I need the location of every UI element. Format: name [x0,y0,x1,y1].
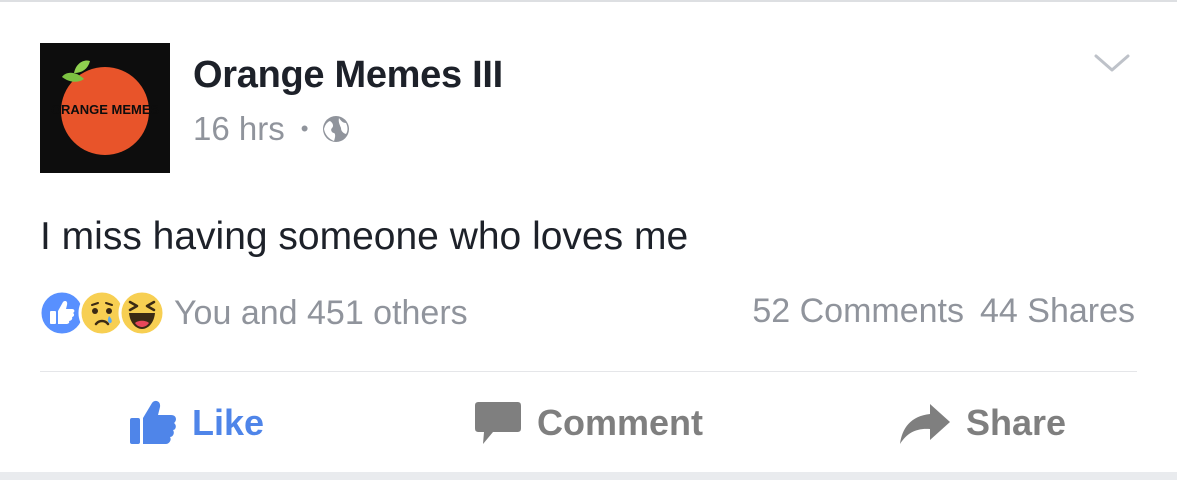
comments-count-link[interactable]: 52 Comments [752,292,964,331]
thumbs-up-icon [130,400,176,444]
globe-icon [323,116,350,142]
chevron-down-icon[interactable] [1092,48,1132,78]
shares-count-link[interactable]: 44 Shares [980,292,1135,331]
reactions-summary[interactable]: You and 451 others [38,289,468,337]
reaction-icons [38,289,166,337]
post-text: I miss having someone who loves me [40,215,689,258]
post-timestamp[interactable]: 16 hrs [193,110,285,148]
post-meta: 16 hrs • [193,110,351,148]
like-button[interactable]: Like [128,400,264,446]
share-button-label: Share [966,402,1067,443]
engagement-counts: 52 Comments 44 Shares [752,292,1135,331]
haha-reaction-icon [118,289,166,337]
like-button-label: Like [192,402,265,443]
meta-separator: • [300,116,309,141]
page-avatar[interactable]: ORANGE MEMES [40,43,170,173]
page-name[interactable]: Orange Memes III [193,54,503,97]
share-arrow-icon [900,404,950,444]
share-button[interactable]: Share [898,400,1066,446]
actions-divider [40,371,1137,372]
post-card: ORANGE MEMES Orange Memes III 16 hrs • I… [0,0,1177,472]
comment-button-label: Comment [537,402,704,443]
orange-logo-icon: ORANGE MEMES [40,43,170,173]
comment-bubble-icon [475,402,521,444]
reactions-count-text: You and 451 others [174,293,468,332]
avatar-logo-text: ORANGE MEMES [51,102,160,117]
comment-button[interactable]: Comment [473,400,703,446]
